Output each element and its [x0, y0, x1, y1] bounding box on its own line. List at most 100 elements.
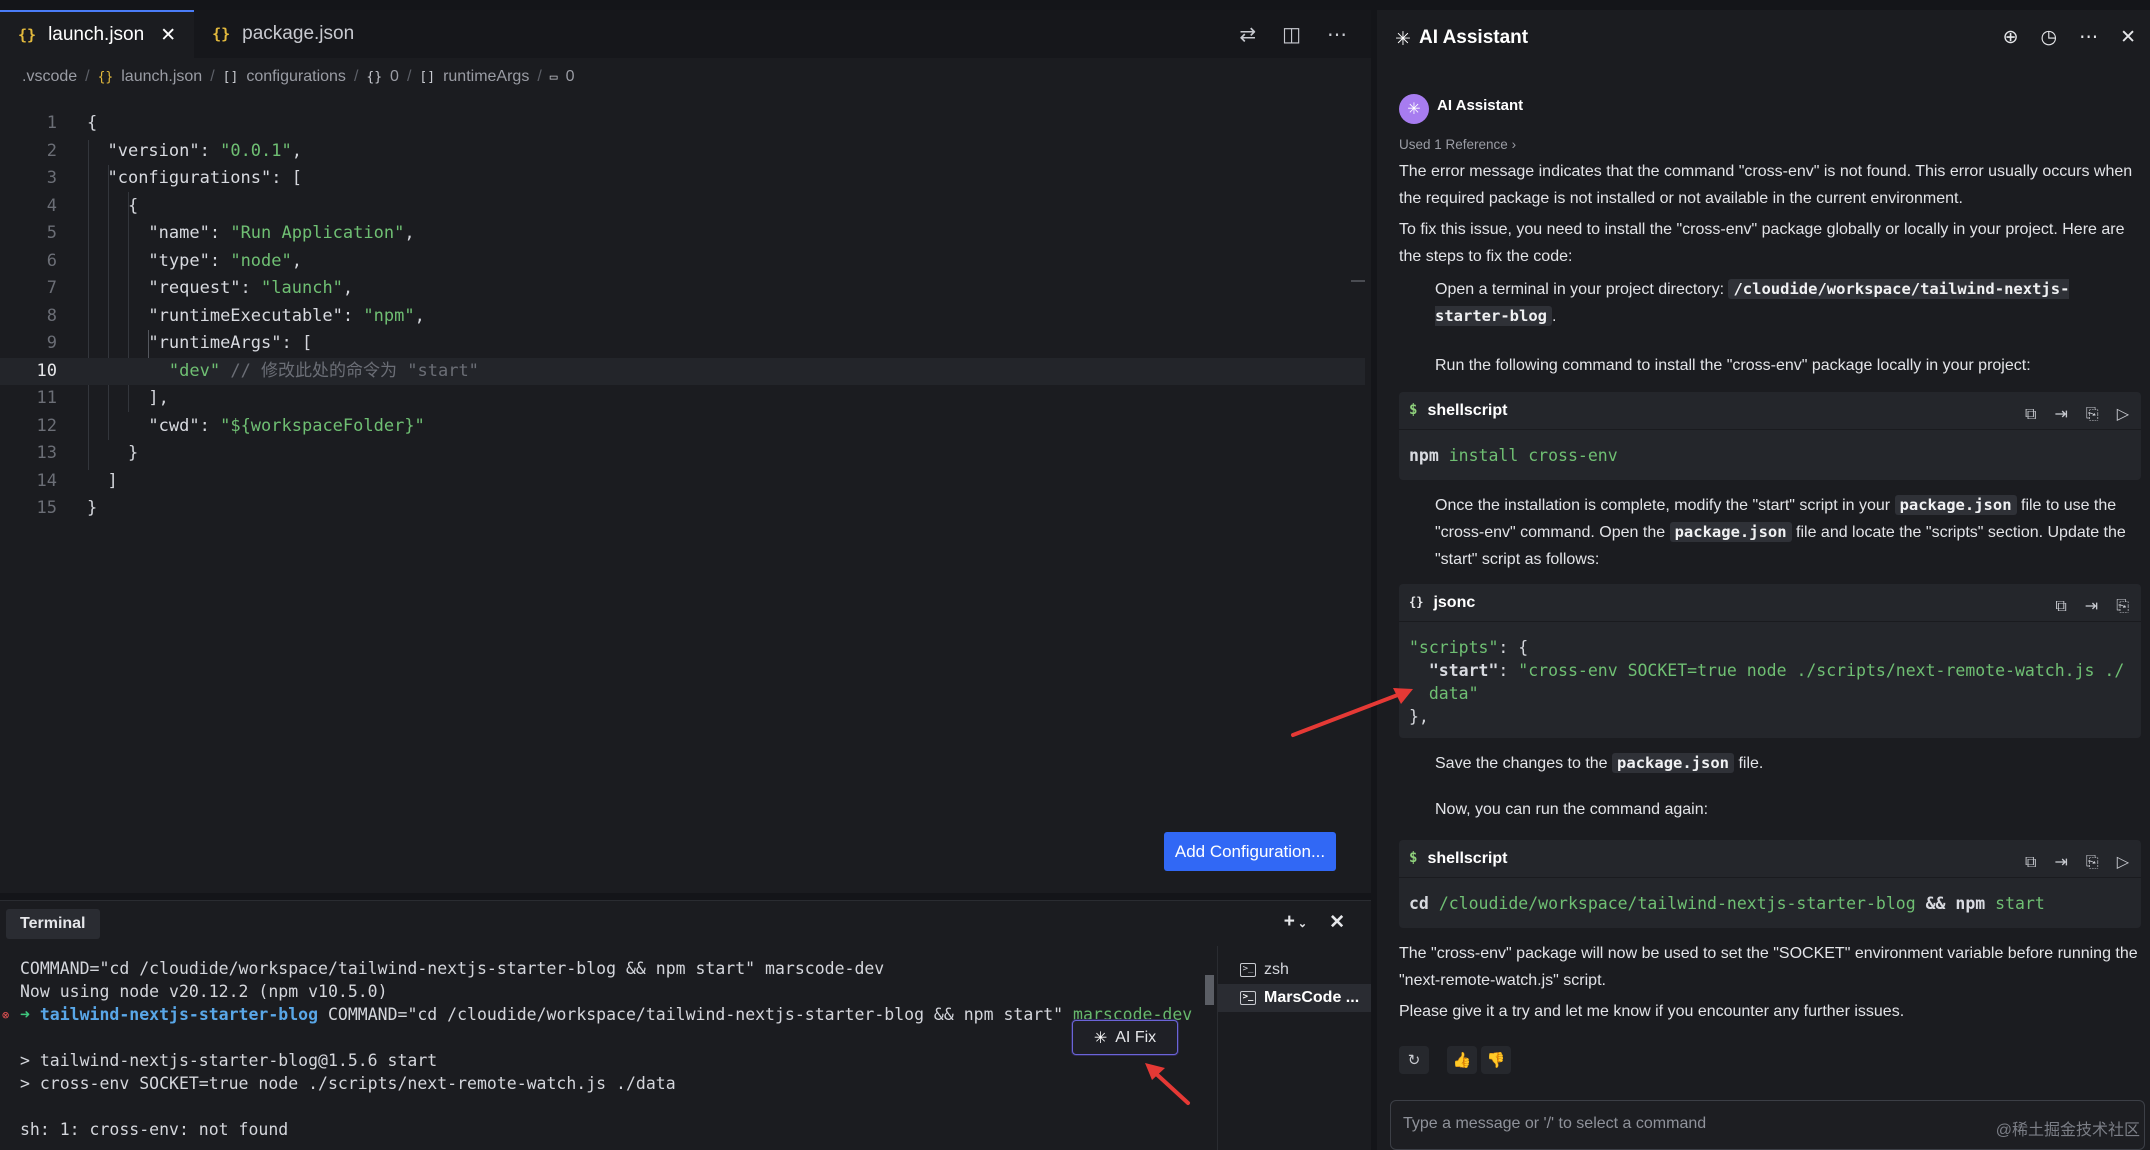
code-content: cd /cloudide/workspace/tailwind-nextjs-s… [1409, 894, 2045, 913]
thumbs-up-icon[interactable]: 👍 [1447, 1046, 1477, 1074]
tab-label: package.json [242, 23, 355, 44]
new-file-icon[interactable]: ⎘ [2086, 849, 2099, 876]
terminal-icon: >_ [1240, 991, 1256, 1005]
terminal-output[interactable]: COMMAND="cd /cloudide/workspace/tailwind… [0, 959, 1210, 1150]
run-icon[interactable]: ▷ [2117, 401, 2129, 428]
code-block-shellscript: $ shellscript ⧉ ⇥ ⎘ ▷ cd /cloudide/worksp… [1399, 840, 2141, 928]
terminal-session-list: >_ zsh >_ MarsCode ... [1217, 946, 1371, 1150]
step-paragraph: Run the following command to install the… [1435, 357, 2031, 374]
sparkle-icon: ✳ [1093, 1029, 1108, 1047]
code-line: 7 "request": "launch", [46, 278, 354, 298]
code-block-tools: ⧉ ⇥ ⎘ ▷ [2025, 849, 2129, 876]
code-block-shellscript: $ shellscript ⧉ ⇥ ⎘ ▷ npm install cross-e… [1399, 392, 2141, 480]
tab-launch-json[interactable]: {} launch.json ✕ [0, 10, 195, 58]
code-block-tools: ⧉ ⇥ ⎘ [2055, 593, 2129, 620]
editor-actions: ⇄ ◫ ⋯ [1239, 22, 1347, 47]
more-actions-icon[interactable]: ⋯ [1327, 22, 1347, 47]
step-paragraph: Once the installation is complete, modif… [1435, 495, 2126, 568]
terminal-line: sh: 1: cross-env: not found [20, 1120, 289, 1139]
editor-tab-bar: {} launch.json ✕ {} package.json [0, 10, 1371, 58]
terminal-line: Now using node v20.12.2 (npm v10.5.0) [20, 982, 388, 1001]
close-icon[interactable]: ✕ [160, 24, 176, 47]
close-icon[interactable]: ✕ [2120, 26, 2136, 49]
breadcrumb-item[interactable]: 0 [566, 68, 575, 86]
insert-icon[interactable]: ⇥ [2085, 593, 2098, 620]
insert-icon[interactable]: ⇥ [2054, 849, 2067, 876]
add-configuration-button[interactable]: Add Configuration... [1164, 832, 1336, 871]
chevron-right-icon: › [1511, 137, 1517, 152]
code-line: 5 "name": "Run Application", [46, 223, 415, 243]
breadcrumb: .vscode / {} launch.json / [] configurat… [22, 68, 575, 86]
terminal-session-marscode[interactable]: >_ MarsCode ... [1218, 984, 1371, 1012]
code-line: 8 "runtimeExecutable": "npm", [46, 305, 425, 326]
new-file-icon[interactable]: ⎘ [2116, 593, 2129, 620]
annotation-arrow [1145, 1063, 1190, 1105]
code-line: 9 "runtimeArgs": [ [46, 333, 313, 353]
terminal-header: Terminal + ⌄ ✕ [0, 901, 1371, 947]
terminal-line: ⊗ ➜ tailwind-nextjs-starter-blog COMMAND=… [2, 1005, 1193, 1024]
breadcrumb-item[interactable]: configurations [246, 68, 346, 86]
code-line: 4 { [46, 195, 139, 216]
code-line: 6 "type": "node", [46, 250, 302, 271]
thumbs-down-icon[interactable]: 👎 [1481, 1046, 1511, 1074]
array-icon: [] [419, 69, 436, 85]
watermark: @稀土掘金技术社区 [1995, 1122, 2140, 1139]
tab-terminal[interactable]: Terminal [6, 909, 100, 939]
code-line: 12 "cwd": "${workspaceFolder}" [36, 415, 425, 436]
sparkle-icon: ✳ [1395, 29, 1411, 50]
tab-package-json[interactable]: {} package.json [194, 10, 372, 58]
assistant-header: ✳ AI Assistant ⊕ ◷ ⋯ ✕ [1377, 10, 2150, 66]
message-paragraph: To fix this issue, you need to install t… [1399, 221, 2125, 265]
compare-changes-icon[interactable]: ⇄ [1239, 22, 1256, 47]
breadcrumb-item[interactable]: .vscode [22, 68, 77, 86]
editor-pane: {} launch.json ✕ {} package.json ⇄ ◫ ⋯ .… [0, 0, 1371, 893]
ai-fix-label: AI Fix [1115, 1028, 1157, 1046]
ai-assistant-panel: ✳ AI Assistant ⊕ ◷ ⋯ ✕ ✳ AI Assistant Us… [1377, 10, 2150, 1150]
terminal-scrollbar[interactable] [1205, 975, 1214, 1005]
json-file-icon: {} [18, 26, 37, 44]
breadcrumb-item[interactable]: 0 [390, 68, 399, 86]
json-file-icon: {} [1409, 595, 1424, 609]
new-terminal-icon[interactable]: + ⌄ [1284, 911, 1307, 934]
copy-icon[interactable]: ⧉ [2055, 593, 2066, 620]
split-editor-icon[interactable]: ◫ [1282, 22, 1301, 47]
terminal-icon: >_ [1240, 963, 1256, 977]
code-line: 1{ [46, 113, 98, 133]
terminal-actions: + ⌄ ✕ [1284, 911, 1345, 934]
insert-icon[interactable]: ⇥ [2054, 401, 2067, 428]
array-icon: [] [222, 69, 239, 85]
run-icon[interactable]: ▷ [2117, 849, 2129, 876]
annotation-arrow [1291, 688, 1413, 737]
regenerate-icon[interactable]: ↻ [1399, 1046, 1429, 1074]
code-block-jsonc: {} jsonc ⧉ ⇥ ⎘ "scripts": { "start": "cro… [1399, 584, 2141, 738]
breadcrumb-item[interactable]: runtimeArgs [443, 68, 529, 86]
object-icon: {} [366, 69, 383, 85]
step-paragraph: Open a terminal in your project director… [1435, 279, 2070, 326]
code-line: 3 "configurations": [ [46, 168, 302, 188]
copy-icon[interactable]: ⧉ [2025, 401, 2036, 428]
terminal-line: COMMAND="cd /cloudide/workspace/tailwind… [20, 959, 885, 978]
copy-icon[interactable]: ⧉ [2025, 849, 2036, 876]
message-paragraph: The error message indicates that the com… [1399, 163, 2133, 207]
more-actions-icon[interactable]: ⋯ [2079, 26, 2098, 49]
new-file-icon[interactable]: ⎘ [2086, 401, 2099, 428]
ai-fix-button[interactable]: ✳ AI Fix [1072, 1020, 1178, 1055]
close-icon[interactable]: ✕ [1329, 911, 1345, 934]
reference-link[interactable]: Used 1 Reference › [1399, 136, 1516, 154]
code-line: 11 ], [36, 388, 169, 408]
code-editor[interactable]: 1{ 2 "version": "0.0.1", 3 "configuratio… [0, 110, 1365, 523]
assistant-avatar: ✳ [1399, 94, 1429, 124]
code-line: 14 ] [36, 470, 118, 491]
message-paragraph: Please give it a try and let me know if … [1399, 1003, 1905, 1020]
terminal-session-zsh[interactable]: >_ zsh [1218, 956, 1371, 984]
sender-name: AI Assistant [1437, 97, 1524, 114]
message-paragraph: The "cross-env" package will now be used… [1399, 945, 2138, 989]
shell-icon: $ [1409, 402, 1418, 418]
history-icon[interactable]: ◷ [2040, 26, 2057, 49]
breadcrumb-item[interactable]: launch.json [121, 68, 202, 86]
step-paragraph: Now, you can run the command again: [1435, 801, 1709, 818]
json-file-icon: {} [212, 25, 231, 43]
new-chat-icon[interactable]: ⊕ [2003, 26, 2019, 49]
assistant-title: AI Assistant [1419, 27, 1529, 48]
terminal-line: > tailwind-nextjs-starter-blog@1.5.6 sta… [20, 1051, 438, 1070]
